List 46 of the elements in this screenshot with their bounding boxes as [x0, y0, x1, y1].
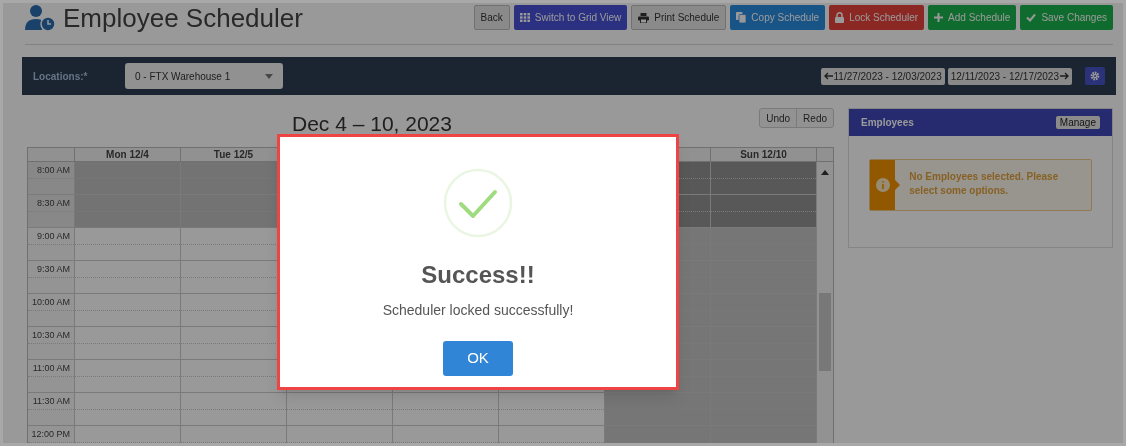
time-label: 10:00 AM	[31, 296, 70, 309]
info-icon	[875, 178, 890, 192]
manage-button[interactable]: Manage	[1055, 116, 1100, 129]
dialog-title: Success!!	[421, 263, 535, 287]
redo-button[interactable]: Redo	[796, 109, 833, 127]
left-arrow-icon	[823, 72, 833, 80]
grid-button[interactable]: Switch to Grid View	[513, 5, 628, 30]
printer-icon	[638, 12, 650, 23]
dialog-message: Scheduler locked successfully!	[382, 301, 574, 320]
field-label: Locations:*	[33, 69, 89, 84]
time-label: 11:00 AM	[32, 362, 70, 375]
grid-icon	[519, 13, 530, 22]
day-header: Sun 12/10	[710, 148, 816, 161]
next-week-button[interactable]: 12/11/2023 - 12/17/2023	[947, 67, 1072, 85]
page-title: Employee Scheduler	[63, 5, 303, 31]
right-arrow-icon	[1060, 72, 1069, 80]
time-label: 8:00 AM	[36, 164, 70, 177]
time-label: 9:30 AM	[36, 263, 70, 276]
panel-title: Employees	[861, 116, 914, 130]
time-label: 8:30 AM	[36, 197, 70, 210]
settings-button[interactable]	[1085, 67, 1105, 85]
scrollbar-track[interactable]	[816, 162, 833, 443]
checkmark-icon	[443, 168, 513, 238]
notice-text: No Employees selected. Please select some options.	[908, 170, 1060, 198]
plus-icon	[934, 13, 944, 22]
copy-button[interactable]: Copy Schedule	[730, 5, 826, 30]
caret-icon	[265, 73, 273, 79]
lock-icon	[835, 12, 845, 23]
time-label: 10:30 AM	[31, 329, 70, 342]
time-label: 12:00 PM	[31, 428, 70, 441]
undo-button[interactable]: Undo	[760, 109, 797, 127]
time-label: 9:00 AM	[36, 230, 70, 243]
ok-button[interactable]: OK	[443, 341, 513, 376]
scrollbar-thumb[interactable]	[819, 293, 831, 371]
calendar-title: Dec 4 – 10, 2023	[292, 111, 452, 137]
time-label: 11:30 AM	[32, 395, 70, 408]
print-button[interactable]: Print Schedule	[631, 5, 727, 30]
copy-icon	[736, 12, 747, 23]
settings-icon	[1090, 71, 1100, 81]
location-dropdown[interactable]: 0 - FTX Warehouse 1	[125, 63, 283, 89]
checkmark-icon	[1026, 13, 1037, 22]
back-button[interactable]: Back	[473, 5, 510, 30]
day-header: Mon 12/4	[74, 148, 180, 161]
lock-button[interactable]: Lock Scheduler	[829, 5, 925, 30]
previous-week-button[interactable]: 11/27/2023 - 12/03/2023	[820, 67, 945, 85]
scroll-up-icon[interactable]	[821, 170, 829, 175]
